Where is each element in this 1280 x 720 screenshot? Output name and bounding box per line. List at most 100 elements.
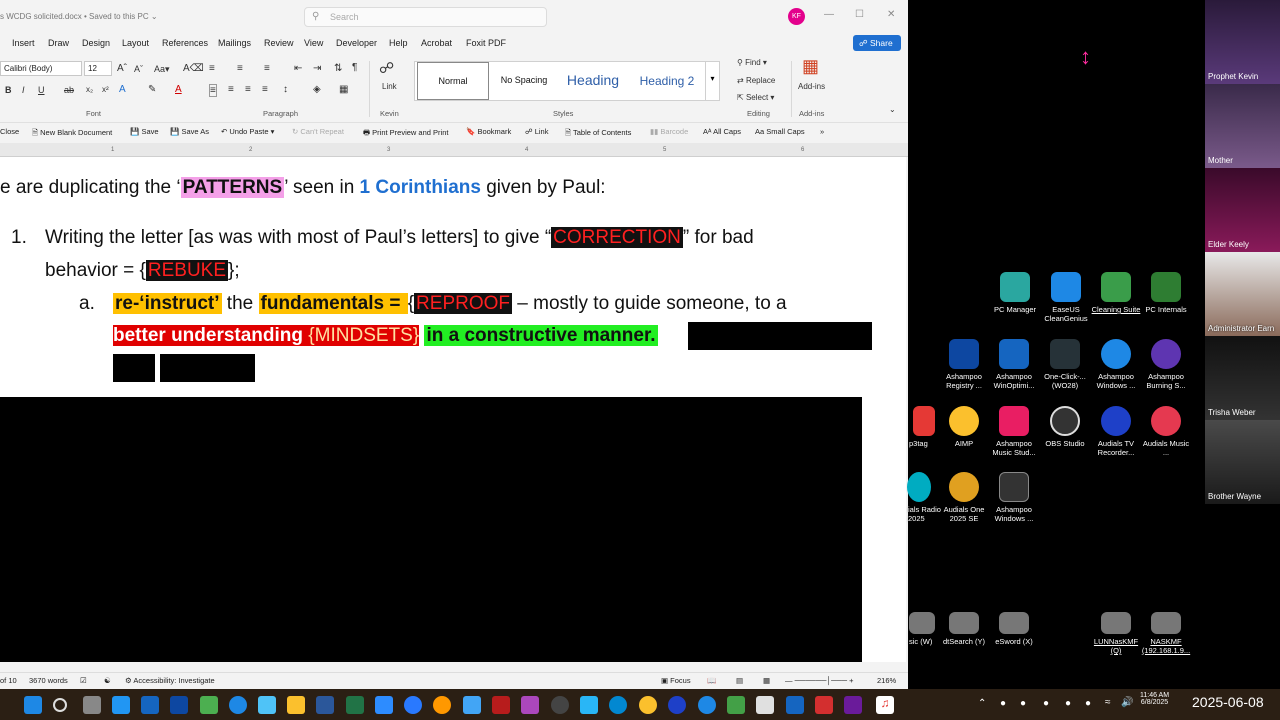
desktop-icon-music-studio[interactable]: Ashampoo Music Stud... xyxy=(989,406,1039,457)
minimize-icon[interactable]: — xyxy=(824,9,834,20)
highlight-icon[interactable]: ✎ xyxy=(148,84,156,95)
align-center-icon[interactable]: ≡ xyxy=(228,84,234,95)
app-icon[interactable] xyxy=(170,696,188,714)
increase-indent-icon[interactable]: ⇥ xyxy=(313,63,321,74)
close-icon[interactable]: ✕ xyxy=(887,9,895,20)
wifi-icon[interactable]: ≈ xyxy=(1105,697,1111,708)
qat-all-caps[interactable]: Aᴬ All Caps xyxy=(703,127,741,136)
tab-insert[interactable]: Insert xyxy=(12,38,35,48)
app-icon[interactable] xyxy=(727,696,745,714)
desktop-icon-audials-radio[interactable]: ials Radio 2025 xyxy=(893,472,943,523)
style-heading[interactable]: Heading xyxy=(559,62,627,100)
desktop-icon-one-click[interactable]: One-Click-... (WO28) xyxy=(1040,339,1090,390)
subscript-icon[interactable]: x₂ xyxy=(86,85,93,94)
desktop-icon-winoptimizer[interactable]: Ashampoo WinOptimi... xyxy=(989,339,1039,390)
word-icon[interactable] xyxy=(316,696,334,714)
word-count[interactable]: 3670 words xyxy=(29,676,68,685)
find-button[interactable]: ⚲ Find ▾ xyxy=(737,58,767,67)
app-icon[interactable] xyxy=(433,696,451,714)
underline-icon[interactable]: U xyxy=(38,85,45,95)
tab-help[interactable]: Help xyxy=(389,38,408,48)
shrink-font-icon[interactable]: Aˇ xyxy=(134,64,143,74)
style-heading-2[interactable]: Heading 2 xyxy=(635,62,699,100)
acrobat-icon[interactable] xyxy=(492,696,510,714)
italic-icon[interactable]: I xyxy=(22,85,25,95)
tab-references[interactable]: References xyxy=(162,38,208,48)
account-avatar[interactable]: KF xyxy=(788,8,805,25)
accessibility-icon[interactable]: ☯ xyxy=(104,676,111,685)
participant-tile[interactable]: Elder Keely xyxy=(1205,168,1280,252)
tab-foxit-pdf[interactable]: Foxit PDF xyxy=(466,38,506,48)
app-icon[interactable] xyxy=(112,696,130,714)
superscript-icon[interactable]: x² xyxy=(102,85,109,94)
bold-icon[interactable]: B xyxy=(5,85,12,95)
desktop-icon-esword[interactable]: eSword (X) xyxy=(989,612,1039,646)
desktop-icon-ashampoo-windows-2[interactable]: Ashampoo Windows ... xyxy=(989,472,1039,523)
print-layout-icon[interactable]: ▤ xyxy=(736,676,743,685)
desktop-icon-audials-tv[interactable]: Audials TV Recorder... xyxy=(1091,406,1141,457)
search-box[interactable]: ⚲ Search xyxy=(304,7,547,27)
zoom-icon[interactable] xyxy=(375,696,393,714)
app-icon[interactable] xyxy=(258,696,276,714)
align-left-icon[interactable]: ≡ xyxy=(209,84,217,97)
aimp-icon[interactable] xyxy=(639,696,657,714)
font-name-box[interactable]: Calibri (Body) xyxy=(0,61,82,76)
tab-view[interactable]: View xyxy=(304,38,323,48)
collapse-ribbon-icon[interactable]: ⌄ xyxy=(889,105,896,114)
qat-print-preview[interactable]: 🖶 Print Preview and Print xyxy=(363,127,448,140)
web-layout-icon[interactable]: ▦ xyxy=(763,676,770,685)
addins-button[interactable]: Add-ins xyxy=(798,82,825,91)
qat-undo[interactable]: ↶ Undo Paste ▾ xyxy=(221,127,274,136)
qat-new-blank[interactable]: 🗎 New Blank Document xyxy=(32,127,112,140)
excel-icon[interactable] xyxy=(346,696,364,714)
app-icon[interactable] xyxy=(404,696,422,714)
qat-save-as[interactable]: 💾 Save As xyxy=(170,127,209,136)
app-icon[interactable] xyxy=(580,696,598,714)
qat-barcode[interactable]: ▮▮ Barcode xyxy=(650,127,688,136)
volume-icon[interactable]: 🔊 xyxy=(1121,697,1133,708)
desktop-icon-easeus[interactable]: EaseUS CleanGenius xyxy=(1041,272,1091,323)
text-effects-icon[interactable]: A xyxy=(119,84,126,95)
app-icon[interactable] xyxy=(551,696,569,714)
style-no-spacing[interactable]: No Spacing xyxy=(493,62,555,100)
font-color-icon[interactable]: A xyxy=(175,84,182,95)
app-icon[interactable] xyxy=(756,696,774,714)
desktop-icon-obs[interactable]: OBS Studio xyxy=(1040,406,1090,448)
zoom-level[interactable]: 216% xyxy=(877,676,896,685)
qat-link[interactable]: ☍ Link xyxy=(525,127,548,136)
desktop-icon-audials-music[interactable]: Audials Music ... xyxy=(1141,406,1191,457)
app-icon[interactable] xyxy=(229,696,247,714)
qat-small-caps[interactable]: Aa Small Caps xyxy=(755,127,805,136)
tray-icon[interactable]: ● xyxy=(1085,698,1091,709)
decrease-indent-icon[interactable]: ⇤ xyxy=(294,63,302,74)
qat-more-icon[interactable]: » xyxy=(820,127,824,136)
tab-acrobat[interactable]: Acrobat xyxy=(421,38,452,48)
participant-tile[interactable]: Brother Wayne xyxy=(1205,420,1280,504)
shading-icon[interactable]: ◈ xyxy=(313,84,321,95)
app-icon[interactable] xyxy=(668,696,686,714)
desktop-icon-pc-internals[interactable]: PC Internals xyxy=(1141,272,1191,314)
file-explorer-icon[interactable] xyxy=(287,696,305,714)
tray-icon[interactable]: ● xyxy=(1065,698,1071,709)
borders-icon[interactable]: ▦ xyxy=(339,84,348,95)
qat-repeat[interactable]: ↻ Can't Repeat xyxy=(292,127,344,136)
line-spacing-icon[interactable]: ↕ xyxy=(283,84,288,95)
desktop-icon-pc-manager[interactable]: PC Manager xyxy=(990,272,1040,314)
page-count[interactable]: of 10 xyxy=(0,676,17,685)
styles-more-icon[interactable]: ▾ xyxy=(705,62,719,100)
grow-font-icon[interactable]: Aˆ xyxy=(117,63,127,74)
participant-tile[interactable]: Trisha Weber xyxy=(1205,336,1280,420)
sort-icon[interactable]: ⇅ xyxy=(334,63,342,74)
proofing-icon[interactable]: ☑ xyxy=(80,676,87,685)
tab-mailings[interactable]: Mailings xyxy=(218,38,251,48)
desktop-icon-dtsearch[interactable]: dtSearch (Y) xyxy=(939,612,989,646)
focus-button[interactable]: ▣ Focus xyxy=(661,676,691,685)
tab-review[interactable]: Review xyxy=(264,38,294,48)
font-size-box[interactable]: 12 xyxy=(84,61,112,76)
desktop-icon-aimp[interactable]: AIMP xyxy=(939,406,989,448)
addins-icon[interactable]: ▦ xyxy=(802,56,819,77)
align-right-icon[interactable]: ≡ xyxy=(245,84,251,95)
participant-tile[interactable]: Mother xyxy=(1205,84,1280,168)
desktop-icon-naskmf[interactable]: NASKMF (192.168.1.9... xyxy=(1141,612,1191,655)
replace-button[interactable]: ⇄ Replace xyxy=(737,76,775,85)
